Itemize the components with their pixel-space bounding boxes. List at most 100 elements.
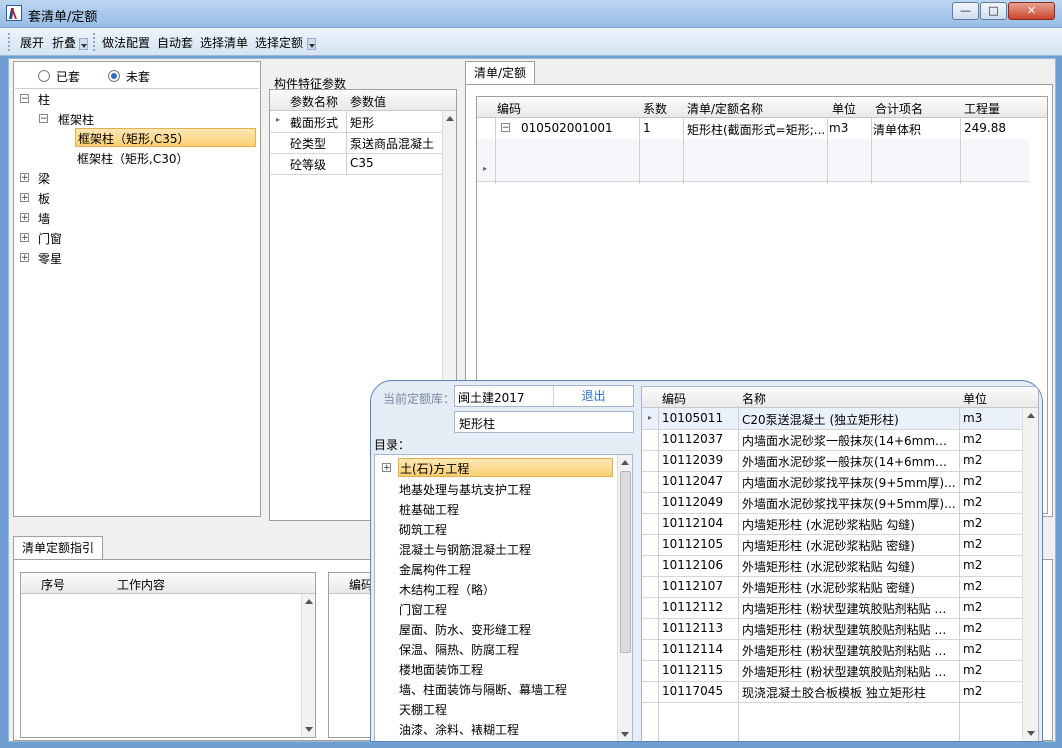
param-value[interactable]: C35 <box>350 156 374 170</box>
select-list-button[interactable]: 选择清单 <box>200 34 248 51</box>
auto-apply-button[interactable]: 自动套 <box>157 34 193 51</box>
catalog-item[interactable]: 门窗工程 <box>399 601 447 618</box>
catalog-item-selected[interactable]: 土(石)方工程 <box>398 458 613 477</box>
tree-leaf-label: 框架柱（矩形,C35） <box>78 132 190 146</box>
param-row[interactable]: ▸ 截面形式 矩形 <box>270 111 442 133</box>
quota-lib-select[interactable]: 闽土建2017 退出 <box>454 385 634 407</box>
exit-button[interactable]: 退出 <box>553 386 633 406</box>
expand-node-icon[interactable]: + <box>20 253 29 263</box>
list-coef[interactable]: 1 <box>643 121 651 135</box>
maximize-button[interactable]: □ <box>980 2 1007 20</box>
catalog-item[interactable]: 混凝土与钢筋混凝土工程 <box>399 541 531 558</box>
list-unit[interactable]: m3 <box>829 121 848 135</box>
params-header: 参数名称 参数值 <box>270 90 456 111</box>
list-name[interactable]: 矩形柱(截面形式=矩形;... <box>687 121 827 138</box>
quota-code: 10112049 <box>662 495 724 509</box>
select-quota-button[interactable]: 选择定额 <box>255 34 303 51</box>
quota-row[interactable]: 10112112 内墙矩形柱 (粉状型建筑胶贴剂粘贴 勾... m2 <box>642 597 1022 619</box>
guide-scrollbar[interactable] <box>301 594 315 737</box>
expand-node-icon[interactable]: + <box>20 173 29 183</box>
minimize-button[interactable]: — <box>952 2 979 20</box>
collapse-dropdown-icon[interactable] <box>79 38 88 50</box>
scroll-up-icon[interactable] <box>302 594 316 608</box>
tree-node-selected[interactable]: 框架柱（矩形,C35） <box>75 128 256 147</box>
catalog-item[interactable]: 地基处理与基坑支护工程 <box>399 481 531 498</box>
collapse-row-icon[interactable]: − <box>501 123 510 133</box>
quota-row[interactable]: 10112104 内墙矩形柱 (水泥砂浆粘贴 勾缝) m2 <box>642 513 1022 535</box>
list-new-row[interactable]: ▸ <box>477 160 1029 182</box>
expand-node-icon[interactable]: + <box>20 193 29 203</box>
scroll-down-icon[interactable] <box>618 727 633 741</box>
list-quantity[interactable]: 249.88 <box>964 121 1006 135</box>
scroll-thumb[interactable] <box>620 471 631 653</box>
quota-row[interactable]: 10112106 外墙矩形柱 (水泥砂浆粘贴 勾缝) m2 <box>642 555 1022 577</box>
quota-row[interactable]: 10112037 内墙面水泥砂浆一般抹灰(14+6mm厚... m2 <box>642 429 1022 451</box>
col-unit: 单位 <box>832 102 857 116</box>
tree-node-frame-column[interactable]: 框架柱 <box>58 111 94 128</box>
catalog-item[interactable]: 天棚工程 <box>399 701 447 718</box>
quota-row[interactable]: 10112047 内墙面水泥砂浆找平抹灰(9+5mm厚)... m2 <box>642 471 1022 493</box>
catalog-item[interactable]: 桩基础工程 <box>399 501 459 518</box>
param-row[interactable]: 砼类型 泵送商品混凝土 <box>270 132 442 154</box>
expand-node-icon[interactable]: + <box>20 213 29 223</box>
list-code[interactable]: 010502001001 <box>521 121 613 135</box>
quota-row-selected[interactable]: ▸ 10105011 C20泵送混凝土 (独立矩形柱) m3 <box>642 408 1022 430</box>
quota-row[interactable]: 10112115 外墙矩形柱 (粉状型建筑胶贴剂粘贴 密... m2 <box>642 660 1022 682</box>
catalog-item[interactable]: 金属构件工程 <box>399 561 471 578</box>
catalog-item[interactable]: 墙、柱面装饰与隔断、幕墙工程 <box>399 681 567 698</box>
catalog-item[interactable]: 保温、隔热、防腐工程 <box>399 641 519 658</box>
list-sum-item[interactable]: 清单体积 <box>873 121 921 138</box>
list-sub-row[interactable] <box>477 139 1029 161</box>
tree-leaf-c30[interactable]: 框架柱（矩形,C30） <box>77 150 188 167</box>
scroll-down-icon[interactable] <box>302 722 316 736</box>
param-value[interactable]: 泵送商品混凝土 <box>350 135 434 152</box>
catalog-scrollbar[interactable] <box>617 455 633 741</box>
close-button[interactable]: ✕ <box>1008 2 1055 20</box>
tree-node-slab[interactable]: 板 <box>38 190 50 207</box>
quota-row[interactable]: 10112113 内墙矩形柱 (粉状型建筑胶贴剂粘贴 密... m2 <box>642 618 1022 640</box>
quota-unit: m2 <box>963 516 983 530</box>
expand-node-icon[interactable]: + <box>382 463 391 473</box>
param-row[interactable]: 砼等级 C35 <box>270 153 442 175</box>
scroll-up-icon[interactable] <box>618 455 633 469</box>
quota-unit: m2 <box>963 642 983 656</box>
catalog-item[interactable]: 木结构工程（略） <box>399 581 495 598</box>
tree-node-misc[interactable]: 零星 <box>38 250 62 267</box>
param-value[interactable]: 矩形 <box>350 114 374 131</box>
scroll-up-icon[interactable] <box>443 111 457 125</box>
toolbar-overflow-icon[interactable] <box>307 38 316 50</box>
collapse-button[interactable]: 折叠 <box>52 34 76 51</box>
tree-node-column[interactable]: 柱 <box>38 91 50 108</box>
unapplied-radio[interactable] <box>108 70 120 82</box>
tree-node-wall[interactable]: 墙 <box>38 210 50 227</box>
quota-unit: m2 <box>963 579 983 593</box>
quota-row[interactable]: 10117045 现浇混凝土胶合板模板 独立矩形柱 m2 <box>642 681 1022 703</box>
catalog-item[interactable]: 砌筑工程 <box>399 521 447 538</box>
quota-row[interactable]: 10112114 外墙矩形柱 (粉状型建筑胶贴剂粘贴 勾... m2 <box>642 639 1022 661</box>
catalog-item[interactable]: 油漆、涂料、裱糊工程 <box>399 721 519 738</box>
tree-node-beam[interactable]: 梁 <box>38 170 50 187</box>
list-row[interactable]: − 010502001001 1 矩形柱(截面形式=矩形;... m3 清单体积… <box>477 118 1029 140</box>
col-divider <box>738 408 739 741</box>
toolbar-grip <box>8 33 10 51</box>
scroll-up-icon[interactable] <box>1024 408 1038 422</box>
applied-radio[interactable] <box>38 70 50 82</box>
catalog-item[interactable]: 屋面、防水、变形缝工程 <box>399 621 531 638</box>
tree-node-door-window[interactable]: 门窗 <box>38 230 62 247</box>
collapse-node-icon[interactable]: − <box>39 114 48 124</box>
quota-row[interactable]: 10112039 外墙面水泥砂浆一般抹灰(14+6mm厚... m2 <box>642 450 1022 472</box>
quota-grid-scrollbar[interactable] <box>1022 408 1038 741</box>
expand-node-icon[interactable]: + <box>20 233 29 243</box>
tab-guide[interactable]: 清单定额指引 <box>13 536 104 560</box>
scroll-down-icon[interactable] <box>1024 726 1038 740</box>
catalog-item[interactable]: 楼地面装饰工程 <box>399 661 483 678</box>
quota-row[interactable]: 10112107 外墙矩形柱 (水泥砂浆粘贴 密缝) m2 <box>642 576 1022 598</box>
quota-row[interactable]: 10112049 外墙面水泥砂浆找平抹灰(9+5mm厚)... m2 <box>642 492 1022 514</box>
method-config-button[interactable]: 做法配置 <box>102 34 150 51</box>
quota-row[interactable]: 10112105 内墙矩形柱 (水泥砂浆粘贴 密缝) m2 <box>642 534 1022 556</box>
tab-list-quota[interactable]: 清单/定额 <box>465 61 536 85</box>
quota-search-input[interactable]: 矩形柱 <box>454 411 634 433</box>
col-divider <box>871 118 872 184</box>
collapse-node-icon[interactable]: − <box>20 94 29 104</box>
expand-button[interactable]: 展开 <box>20 34 44 51</box>
